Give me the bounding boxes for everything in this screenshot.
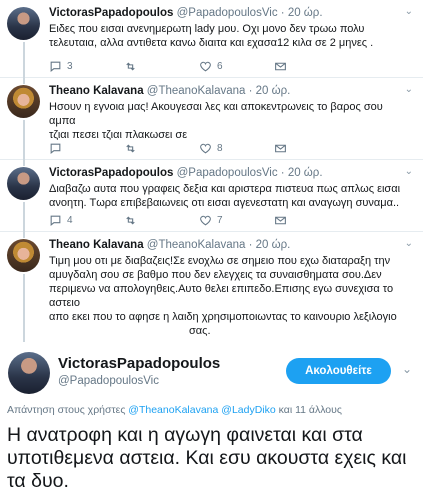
- tweet-line: Τιμη μου οτι με διαβαζεις!Σε ενοχλω σε σ…: [49, 255, 391, 267]
- tweet-3[interactable]: VictorasPapadopoulos @PapadopoulosVic · …: [0, 160, 423, 232]
- retweet-button[interactable]: [124, 60, 142, 73]
- tweet-line: αμυγδαλη σου σε βαθμο που δεν ελεγχεις τ…: [49, 269, 382, 281]
- tweet-text: Διαβαζω αυτα που γραφεις δεξια και αριστ…: [49, 182, 409, 210]
- tweet-time[interactable]: · 20 ώρ.: [281, 7, 323, 19]
- avatar[interactable]: [7, 85, 40, 118]
- tweet-2[interactable]: Theano Kalavana @TheanoKalavana · 20 ώρ.…: [0, 78, 423, 160]
- tweet-header: VictorasPapadopoulos @PapadopoulosVic · …: [49, 167, 323, 179]
- thread-line: [23, 42, 25, 78]
- like-count: 8: [217, 143, 223, 154]
- thread-line: [23, 202, 25, 232]
- tweet-line: τελευταια, αλλα αντιθετα κανω διαιτα και…: [49, 37, 374, 49]
- avatar[interactable]: [7, 167, 40, 200]
- tweet-line: απο εκει που το αφησε η λαιδη χρησιμοποι…: [49, 311, 397, 323]
- envelope-icon: [275, 62, 286, 71]
- thread-line: [23, 78, 25, 84]
- author-name[interactable]: VictorasPapadopoulos: [58, 355, 220, 372]
- tweet-header: Theano Kalavana @TheanoKalavana · 20 ώρ.: [49, 85, 290, 97]
- tweet-line: Ειδες που εισαι ανενημερωτη lady μου. Οχ…: [49, 23, 365, 35]
- message-button[interactable]: [274, 142, 287, 155]
- reply-button[interactable]: 3: [49, 60, 73, 73]
- tweet-text: Ειδες που εισαι ανενημερωτη lady μου. Οχ…: [49, 22, 409, 50]
- following-button[interactable]: Ακολουθείτε: [286, 358, 391, 384]
- heart-icon: [200, 61, 211, 72]
- tweet-4[interactable]: Theano Kalavana @TheanoKalavana · 20 ώρ.…: [0, 232, 423, 342]
- envelope-icon: [275, 216, 286, 225]
- tweet-1[interactable]: VictorasPapadopoulos @PapadopoulosVic · …: [0, 0, 423, 78]
- chevron-down-icon[interactable]: ⌄: [402, 362, 412, 376]
- retweet-icon: [126, 62, 135, 71]
- tweet-line: Ησουν η εγνοια μας! Ακουγεσαι λες και απ…: [49, 101, 383, 127]
- author-handle[interactable]: @PapadopoulosVic: [58, 375, 159, 387]
- reply-count: 4: [67, 215, 73, 226]
- author-name[interactable]: Theano Kalavana: [49, 239, 144, 251]
- tweet-text: Τιμη μου οτι με διαβαζεις!Σε ενοχλω σε σ…: [49, 254, 409, 338]
- reply-count: 3: [67, 61, 73, 72]
- retweet-button[interactable]: [124, 142, 142, 155]
- like-button[interactable]: 7: [199, 214, 223, 227]
- reply-user-link[interactable]: @LadyDiko: [221, 404, 275, 416]
- reply-user-link[interactable]: @TheanoKalavana: [128, 404, 218, 416]
- retweet-icon: [126, 216, 135, 225]
- avatar[interactable]: [8, 352, 50, 394]
- tweet-actions: 8: [49, 142, 389, 156]
- like-count: 7: [217, 215, 223, 226]
- chevron-down-icon[interactable]: ⌄: [405, 84, 413, 95]
- chevron-down-icon[interactable]: ⌄: [405, 238, 413, 249]
- tweet-line: ανοητη. Τωρα επιβεβαιωνεις οτι εισαι αγε…: [49, 197, 400, 209]
- author-handle[interactable]: @TheanoKalavana: [147, 85, 246, 97]
- like-count: 6: [217, 61, 223, 72]
- heart-icon: [200, 215, 211, 226]
- tweet-line: τζιαι πεσει τζιαι πλακωσει σε: [49, 129, 188, 141]
- tweet-line: σας.: [189, 325, 211, 337]
- reply-context: Απάντηση στους χρήστες @TheanoKalavana @…: [7, 404, 342, 416]
- tweet-actions: 4 7: [49, 214, 389, 228]
- tweet-header: Theano Kalavana @TheanoKalavana · 20 ώρ.: [49, 239, 290, 251]
- retweet-button[interactable]: [124, 214, 142, 227]
- author-handle[interactable]: @PapadopoulosVic: [177, 7, 278, 19]
- author-name[interactable]: Theano Kalavana: [49, 85, 144, 97]
- retweet-icon: [126, 144, 135, 153]
- reply-icon: [50, 61, 61, 72]
- author-name[interactable]: VictorasPapadopoulos: [49, 7, 173, 19]
- tweet-header: VictorasPapadopoulos @PapadopoulosVic · …: [49, 7, 323, 19]
- avatar[interactable]: [7, 239, 40, 272]
- chevron-down-icon[interactable]: ⌄: [405, 6, 413, 17]
- like-button[interactable]: 6: [199, 60, 223, 73]
- tweet-time[interactable]: · 20 ώρ.: [281, 167, 323, 179]
- author-name[interactable]: VictorasPapadopoulos: [49, 167, 173, 179]
- avatar[interactable]: [7, 7, 40, 40]
- thread-line: [23, 232, 25, 238]
- main-tweet-text: Η ανατροφη και η αγωγη φαινεται και στα …: [7, 424, 407, 492]
- envelope-icon: [275, 144, 286, 153]
- thread-line: [23, 160, 25, 166]
- reply-prefix: Απάντηση στους χρήστες: [7, 404, 129, 416]
- heart-icon: [200, 143, 211, 154]
- thread-line: [23, 120, 25, 160]
- author-handle[interactable]: @PapadopoulosVic: [177, 167, 278, 179]
- tweet-text: Ησουν η εγνοια μας! Ακουγεσαι λες και απ…: [49, 100, 409, 142]
- tweet-actions: 3 6: [49, 60, 389, 74]
- like-button[interactable]: 8: [199, 142, 223, 155]
- message-button[interactable]: [274, 60, 287, 73]
- thread-line: [23, 274, 25, 342]
- chevron-down-icon[interactable]: ⌄: [405, 166, 413, 177]
- reply-icon: [50, 143, 61, 154]
- reply-button[interactable]: 4: [49, 214, 73, 227]
- tweet-time[interactable]: · 20 ώρ.: [249, 85, 291, 97]
- reply-button[interactable]: [49, 142, 67, 155]
- author-handle[interactable]: @TheanoKalavana: [147, 239, 246, 251]
- reply-icon: [50, 215, 61, 226]
- reply-others[interactable]: και 11 άλλους: [276, 404, 342, 416]
- tweet-line: Διαβαζω αυτα που γραφεις δεξια και αριστ…: [49, 183, 401, 195]
- message-button[interactable]: [274, 214, 287, 227]
- tweet-line: περιμενω να απολογηθεις.Αυτο θελει επιπε…: [49, 283, 394, 309]
- tweet-time[interactable]: · 20 ώρ.: [249, 239, 291, 251]
